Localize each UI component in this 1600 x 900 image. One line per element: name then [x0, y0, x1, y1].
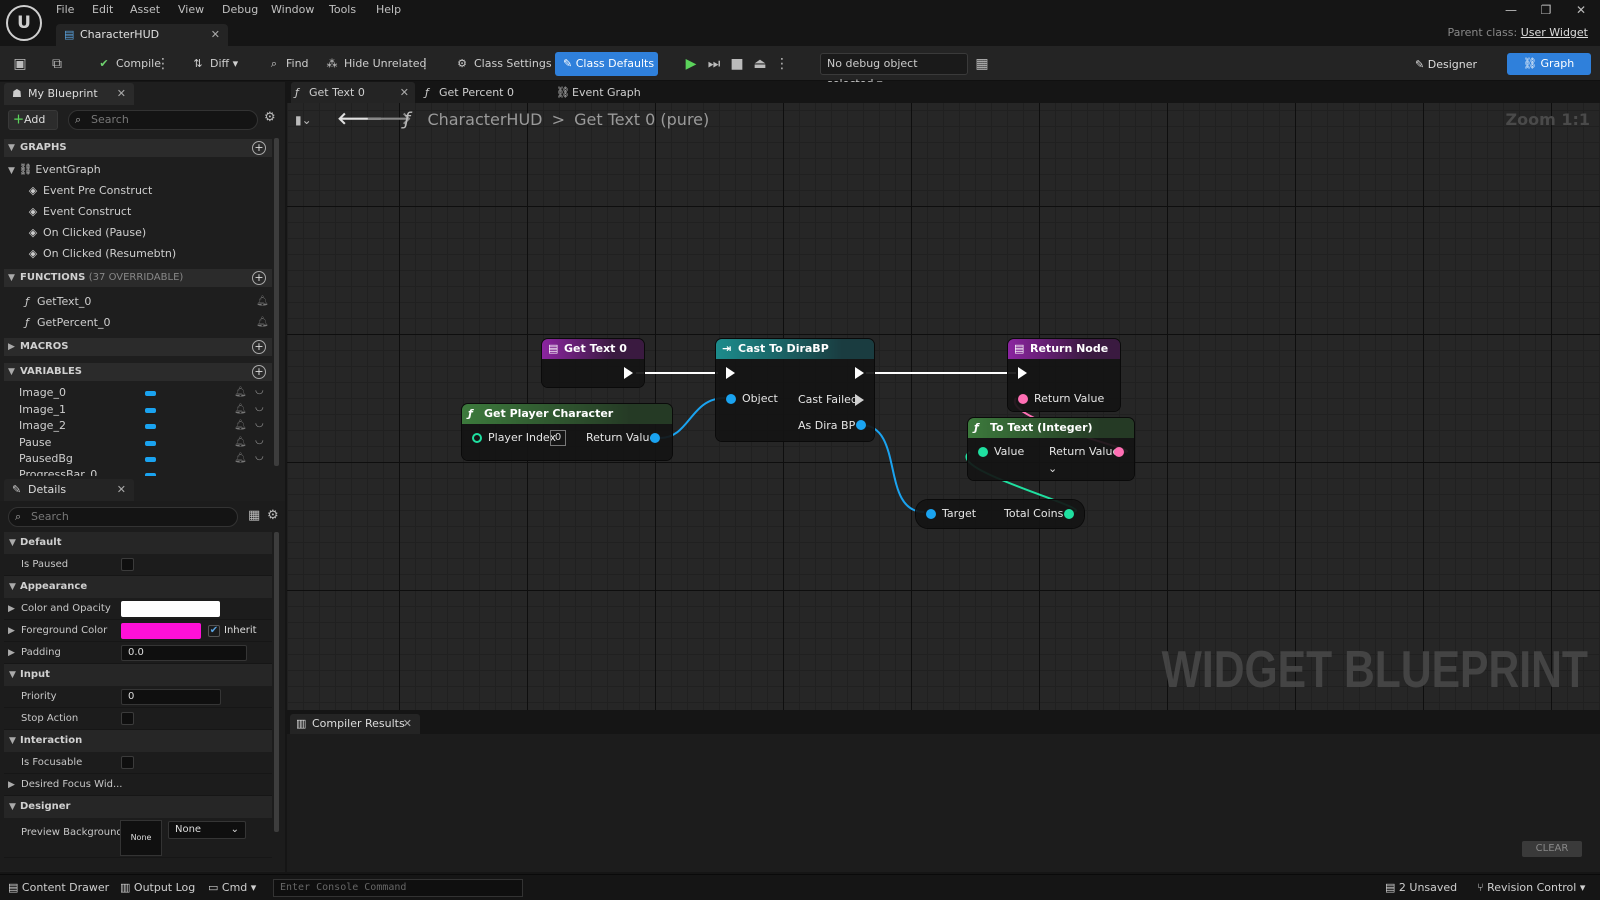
content-drawer-label: Content Drawer — [21, 881, 110, 894]
node-return-node[interactable]: ▤ Return Node Return Value — [1008, 339, 1120, 411]
node-get-text-0[interactable]: ▤ Get Text 0 — [542, 339, 644, 387]
cast-icon: ⇥ — [722, 342, 732, 355]
exec-in-pin[interactable] — [726, 367, 735, 379]
target-pin[interactable] — [926, 509, 936, 519]
node-title: Return Node — [1030, 342, 1109, 355]
unsaved-button[interactable]: ▤ 2 Unsaved — [1385, 880, 1457, 896]
chevron-down-icon[interactable]: ⌄ — [1048, 462, 1057, 475]
player-index-input[interactable]: 0 — [550, 430, 566, 446]
unsaved-label: 2 Unsaved — [1398, 881, 1458, 894]
compiler-results-panel — [287, 734, 1600, 872]
function-result-icon: ▤ — [1014, 342, 1025, 355]
return-value-pin[interactable] — [650, 433, 660, 443]
cast-failed-exec-pin[interactable] — [855, 394, 864, 406]
value-label: Value — [994, 445, 1025, 458]
node-header: ƒ Get Player Character — [462, 404, 672, 424]
compiler-results-label: Compiler Results — [312, 717, 405, 730]
exec-out-pin[interactable] — [624, 367, 633, 379]
node-header: ▤ Return Node — [1008, 339, 1120, 359]
compiler-results-icon: ▥ — [296, 717, 307, 730]
player-index-pin[interactable] — [472, 433, 482, 443]
target-label: Target — [942, 507, 977, 520]
close-icon[interactable]: ✕ — [403, 714, 412, 734]
revision-control-label: Revision Control — [1487, 881, 1577, 894]
object-pin-label: Object — [742, 392, 778, 405]
node-title: Get Player Character — [484, 407, 614, 420]
return-value-label: Return Value — [1049, 445, 1120, 458]
exec-out-pin[interactable] — [855, 367, 864, 379]
output-log-label: Output Log — [133, 881, 196, 894]
node-to-text-integer[interactable]: ƒ To Text (Integer) Value Return Value ⌄ — [968, 418, 1134, 480]
node-header: ▤ Get Text 0 — [542, 339, 644, 359]
node-cast-to-dirabp[interactable]: ⇥ Cast To DiraBP Object Cast Failed As D… — [716, 339, 874, 441]
node-header: ⇥ Cast To DiraBP — [716, 339, 874, 359]
return-value-pin[interactable] — [1114, 447, 1124, 457]
node-total-coins[interactable]: Target Total Coins — [916, 500, 1084, 528]
unsaved-icon: ▤ — [1385, 881, 1396, 894]
revision-control-button[interactable]: ⑂ Revision Control ▾ — [1477, 880, 1585, 896]
cmd-select[interactable]: ▭ Cmd ▾ — [208, 880, 256, 896]
cast-failed-label: Cast Failed — [798, 393, 858, 406]
value-pin[interactable] — [978, 447, 988, 457]
return-value-pin[interactable] — [1018, 394, 1028, 404]
status-bar: ▤ Content Drawer ▥ Output Log ▭ Cmd ▾ En… — [0, 874, 1600, 900]
compiler-results-tab[interactable]: ▥ Compiler Results ✕ — [290, 714, 420, 734]
content-drawer-icon: ▤ — [8, 881, 19, 894]
as-dira-bp-pin[interactable] — [856, 420, 866, 430]
node-header: ƒ To Text (Integer) — [968, 418, 1134, 438]
clear-button[interactable]: CLEAR — [1522, 841, 1582, 857]
node-get-player-character[interactable]: ƒ Get Player Character Player Index 0 Re… — [462, 404, 672, 460]
node-title: To Text (Integer) — [990, 421, 1093, 434]
object-pin[interactable] — [726, 394, 736, 404]
function-icon: ƒ — [974, 421, 979, 434]
terminal-icon: ▭ — [208, 881, 219, 894]
player-index-label: Player Index — [488, 431, 557, 444]
node-title: Cast To DiraBP — [738, 342, 829, 355]
exec-in-pin[interactable] — [1018, 367, 1027, 379]
output-log-icon: ▥ — [120, 881, 131, 894]
console-command-input[interactable]: Enter Console Command — [273, 879, 523, 897]
total-coins-label: Total Coins — [1004, 507, 1064, 520]
return-value-label: Return Value — [586, 431, 657, 444]
as-dira-bp-label: As Dira BP — [798, 419, 856, 432]
return-value-label: Return Value — [1034, 392, 1105, 405]
output-log-button[interactable]: ▥ Output Log — [120, 880, 195, 896]
revision-control-icon: ⑂ — [1477, 881, 1484, 894]
function-icon: ƒ — [468, 407, 473, 420]
total-coins-pin[interactable] — [1064, 509, 1074, 519]
content-drawer-button[interactable]: ▤ Content Drawer — [8, 880, 109, 896]
function-entry-icon: ▤ — [548, 342, 559, 355]
cmd-label: Cmd — [221, 881, 248, 894]
node-title: Get Text 0 — [564, 342, 627, 355]
